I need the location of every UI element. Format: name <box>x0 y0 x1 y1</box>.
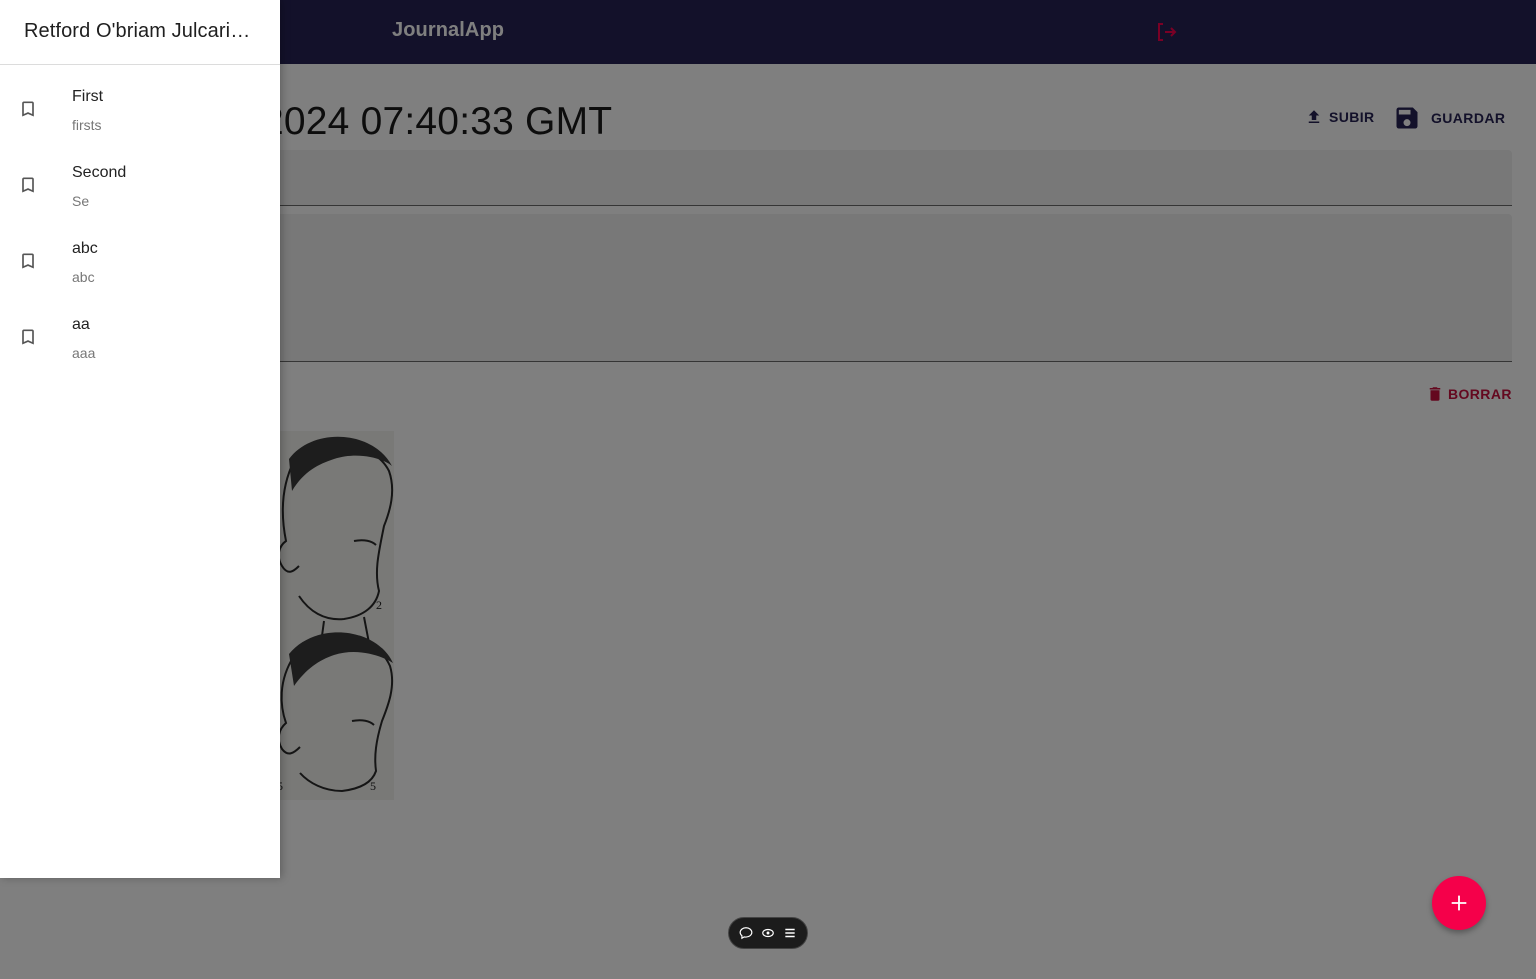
entry-title: abc <box>72 240 98 257</box>
bookmark-icon <box>22 253 34 269</box>
sidebar-entry-abc[interactable]: abc abc <box>0 217 280 293</box>
floating-toolbar <box>728 917 808 949</box>
sidebar-entry-second[interactable]: Second Se <box>0 141 280 217</box>
sidebar-entry-aa[interactable]: aa aaa <box>0 293 280 369</box>
entry-title: Second <box>72 164 127 181</box>
bookmark-icon <box>22 329 34 345</box>
entry-snippet: Se <box>72 193 90 209</box>
entry-title: First <box>72 88 104 105</box>
new-entry-fab[interactable] <box>1432 876 1486 930</box>
entry-snippet: firsts <box>72 117 102 133</box>
bookmark-icon <box>22 177 34 193</box>
eye-icon[interactable] <box>759 924 777 942</box>
sidebar-entry-first[interactable]: First firsts <box>0 65 280 141</box>
entry-snippet: abc <box>72 269 95 285</box>
sidebar-drawer: Retford O'briam Julcarima First firsts S… <box>0 0 280 878</box>
drawer-header: Retford O'briam Julcarima <box>0 0 280 65</box>
plus-icon <box>1451 895 1467 911</box>
menu-icon[interactable] <box>781 924 799 942</box>
comment-icon[interactable] <box>737 924 755 942</box>
entry-snippet: aaa <box>72 345 96 361</box>
bookmark-icon <box>22 101 34 117</box>
user-name: Retford O'briam Julcarima <box>24 20 256 42</box>
entry-title: aa <box>72 316 90 333</box>
